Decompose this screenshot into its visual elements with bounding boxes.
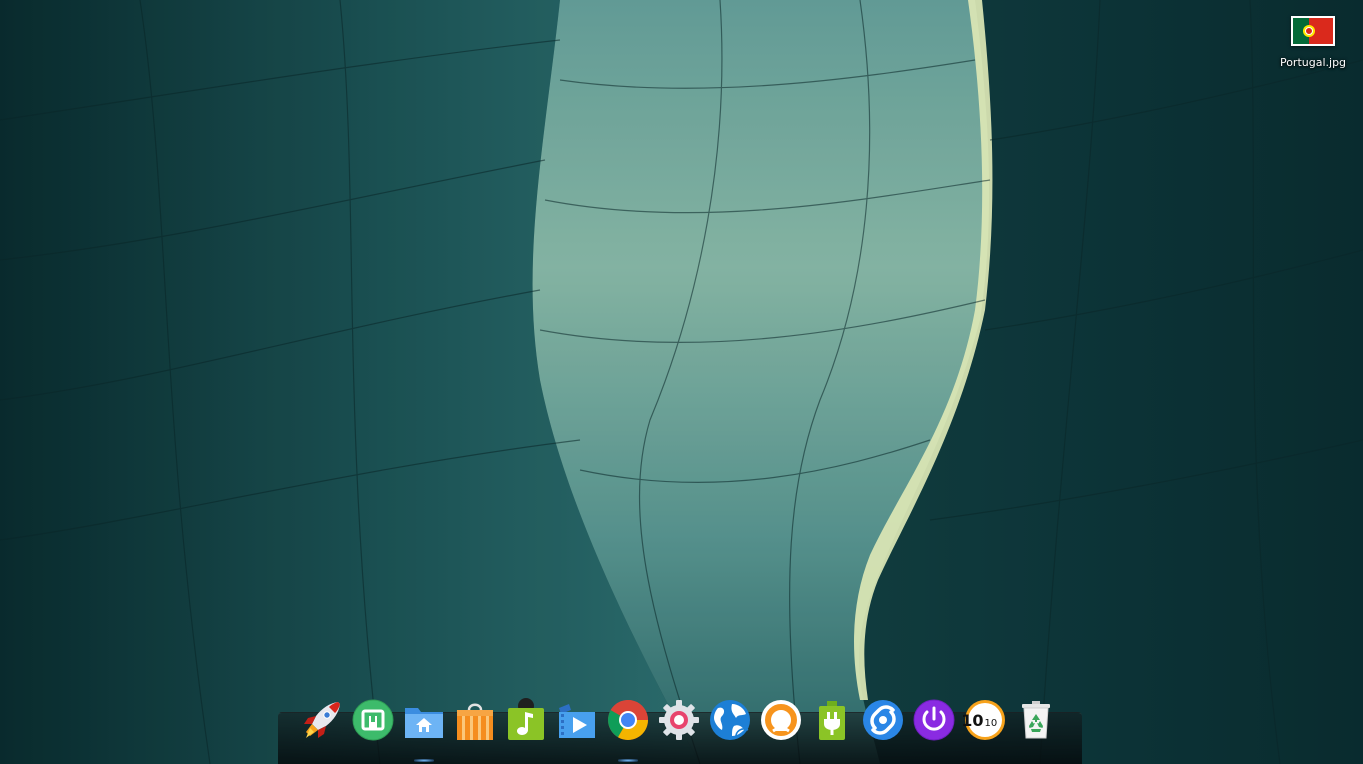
gear-icon [659, 700, 699, 740]
dock-item-launcher[interactable] [300, 696, 344, 744]
dock-item-network[interactable] [708, 696, 752, 744]
desktop-file-portugal[interactable]: Portugal.jpg [1270, 16, 1356, 69]
dock-item-remote-assistance[interactable] [861, 696, 905, 744]
wallpaper [0, 0, 1363, 764]
dock-item-trash[interactable] [1014, 696, 1058, 744]
dock-item-feedback[interactable] [759, 696, 803, 744]
dock-item-app-store[interactable] [453, 696, 497, 744]
battery-plug-icon [819, 701, 845, 740]
power-icon [913, 699, 955, 741]
dock-item-clock[interactable]: 10 10 [963, 696, 1007, 744]
dock-item-file-manager[interactable] [402, 696, 446, 762]
clock-hour: 10 [963, 711, 984, 730]
dock-item-movie[interactable] [555, 696, 599, 744]
ring-icon [761, 700, 801, 740]
dock-item-chrome[interactable] [606, 696, 650, 762]
clock-icon: 10 10 [963, 700, 1005, 740]
shopping-bag-icon [457, 703, 493, 740]
store-icon [352, 699, 394, 741]
dock-item-shutdown[interactable] [912, 696, 956, 744]
globe-network-icon [710, 700, 750, 740]
running-indicator [618, 759, 638, 762]
home-folder-icon [405, 708, 443, 738]
image-file-icon [1291, 16, 1335, 46]
chrome-icon [608, 700, 648, 740]
video-player-icon [559, 704, 595, 738]
dock-item-store[interactable] [351, 696, 395, 744]
music-note-icon [508, 698, 544, 740]
dock-item-music[interactable] [504, 696, 548, 744]
running-indicator [414, 759, 434, 762]
trash-icon [1022, 701, 1050, 739]
dock-item-settings[interactable] [657, 696, 701, 744]
dock-item-power[interactable] [810, 696, 854, 744]
desktop[interactable]: Portugal.jpg 10 10 [0, 0, 1363, 764]
dock-items: 10 10 [300, 696, 1058, 762]
clock-minute: 10 [985, 718, 998, 729]
link-icon [863, 700, 903, 740]
rocket-icon [304, 702, 340, 738]
desktop-file-label: Portugal.jpg [1279, 56, 1347, 69]
